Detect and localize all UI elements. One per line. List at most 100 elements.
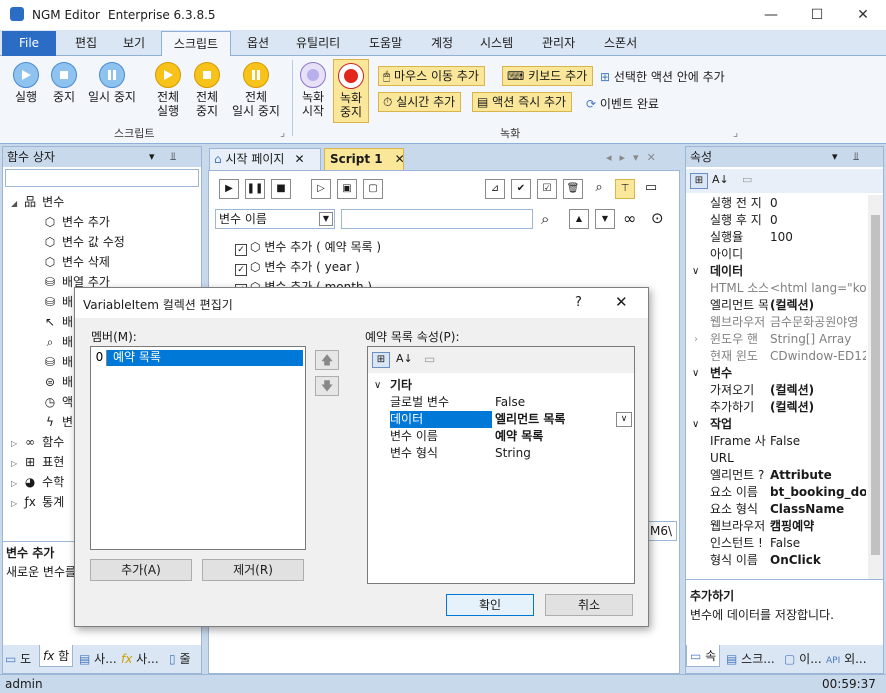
scroll-thumb[interactable] [871, 215, 880, 555]
menu-help[interactable]: 도움말 [369, 34, 402, 51]
tree-item[interactable]: ⌕ 배 [43, 333, 73, 350]
delete-icon[interactable]: 🗑 [563, 179, 583, 199]
tree-item[interactable]: ϟ변 [43, 413, 73, 430]
sort-az-icon[interactable]: A↓ [712, 173, 729, 186]
cancel-button[interactable]: 취소 [545, 594, 633, 616]
expand-icon[interactable]: ▷ [11, 439, 17, 448]
menu-sponsor[interactable]: 스폰서 [604, 34, 637, 51]
search-down-icon[interactable]: ▼ [595, 209, 615, 229]
menu-script[interactable]: 스크립트 [161, 31, 231, 57]
prop-row[interactable]: 변수 이름 예약 목록 [368, 428, 634, 445]
prop-category[interactable]: ∨ 작업 [686, 416, 866, 433]
check-all-icon[interactable]: ✔ [511, 179, 531, 199]
expand-icon[interactable]: ▷ [11, 479, 17, 488]
chevron-down-icon[interactable]: ∨ [374, 377, 381, 394]
prop-row[interactable]: 아이디 [686, 246, 866, 263]
tree-item[interactable]: ⛁ 배 [43, 293, 73, 310]
tree-view-icon[interactable]: ⊤ [615, 179, 635, 199]
close-tab-icon[interactable]: ✕ [395, 152, 405, 166]
search-up-icon[interactable]: ▲ [569, 209, 589, 229]
run-all-button[interactable]: 전체 실행 [150, 62, 186, 118]
prop-row[interactable]: 엘리먼트 ? Attribute [686, 467, 866, 484]
prop-row[interactable]: 글로벌 변수 False [368, 394, 634, 411]
prop-row[interactable]: 실행 후 지 0 [686, 212, 866, 229]
line-checkbox[interactable]: ✓ [235, 264, 247, 276]
event-complete-button[interactable]: ⟳ 이벤트 완료 [586, 95, 659, 112]
member-item[interactable]: 0 예약 목록 [93, 350, 303, 366]
close-window-button[interactable]: ✕ [840, 0, 886, 30]
tree-item[interactable]: ▷ ◕ 수학 [11, 473, 64, 490]
tab-props[interactable]: ▭ 속 [686, 645, 721, 667]
line-checkbox[interactable]: ✓ [235, 244, 247, 256]
editor-search-input[interactable] [341, 209, 533, 229]
record-start-button[interactable]: 녹화 시작 [296, 62, 330, 118]
step-icon[interactable]: ▷ [311, 179, 331, 199]
stop-button[interactable]: 중지 [48, 62, 80, 104]
chevron-down-icon[interactable]: ∨ [692, 263, 699, 280]
prop-row[interactable]: 현재 윈도 CDwindow-ED12 [686, 348, 866, 365]
step-into-icon[interactable]: ▣ [337, 179, 357, 199]
help-button[interactable]: ? [575, 295, 582, 310]
search-icon[interactable]: ⌕ [541, 210, 549, 228]
property-pages-icon[interactable]: ▭ [424, 352, 435, 366]
expand-icon[interactable]: ▷ [11, 459, 17, 468]
prop-row[interactable]: 웹브라우저 금수문화공원야영 [686, 314, 866, 331]
prop-row[interactable]: 변수 형식 String [368, 445, 634, 462]
script-line[interactable]: ✓ ⬡ 변수 추가 ( 예약 목록 ) [235, 237, 381, 257]
prop-row[interactable]: 윈도우 핸 String[] Array › [686, 331, 866, 348]
tree-item[interactable]: ▷ ƒx 통계 [11, 493, 64, 510]
tree-item[interactable]: ⊜ 배 [43, 373, 73, 390]
tree-item[interactable]: ◷ 액 [43, 393, 73, 410]
tree-item[interactable]: ↖ 배 [43, 313, 73, 330]
step-over-icon[interactable]: ▢ [363, 179, 383, 199]
tab-user-2[interactable]: fx 사... [121, 648, 159, 670]
pause-button[interactable]: 일시 중지 [84, 62, 140, 104]
expand-icon[interactable]: ▷ [11, 499, 17, 508]
prop-row[interactable]: 가져오기 (컬렉션) [686, 382, 866, 399]
script-line[interactable]: ✓ ⬡ 변수 추가 ( year ) [235, 257, 381, 277]
uncheck-icon[interactable]: ☑ [537, 179, 557, 199]
prop-category[interactable]: ∨ 데이터 [686, 263, 866, 280]
tab-script-list[interactable]: ▤ 스크... [726, 648, 775, 670]
prop-row[interactable]: URL [686, 450, 866, 467]
sort-az-icon[interactable]: A↓ [396, 352, 413, 365]
chart-icon[interactable]: ⊿ [485, 179, 505, 199]
record-stop-button[interactable]: 녹화 중지 [333, 59, 369, 123]
tab-start-page[interactable]: ⌂ 시작 페이지 ✕ [209, 148, 321, 170]
panel-header-icons[interactable]: ▾ ⫫ ✕ [149, 147, 201, 183]
chevron-down-icon[interactable]: ∨ [692, 365, 699, 382]
variable-combo[interactable]: 변수 이름 ▼ [215, 209, 335, 229]
prop-row[interactable]: 인스턴트 ! False [686, 535, 866, 552]
tree-item[interactable]: ▷ ∞ 함수 [11, 433, 64, 450]
chevron-down-icon[interactable]: ▼ [319, 212, 333, 226]
collapse-icon[interactable]: ◢ [11, 199, 17, 208]
prop-row[interactable]: 실행 전 지 0 [686, 195, 866, 212]
prop-row-selected[interactable]: 데이터 엘리먼트 목록 ∨ [368, 411, 634, 428]
tab-user-1[interactable]: ▤ 사... [79, 648, 117, 670]
prop-row[interactable]: 추가하기 (컬렉션) [686, 399, 866, 416]
pause-icon[interactable]: ❚❚ [245, 179, 265, 199]
prop-row[interactable]: 실행율 100 [686, 229, 866, 246]
menu-options[interactable]: 옵션 [247, 34, 269, 51]
add-keyboard-button[interactable]: ⌨ 키보드 추가 [502, 66, 594, 86]
add-action-now-button[interactable]: ▤ 액션 즉시 추가 [472, 92, 573, 112]
remove-member-button[interactable]: 제거(R) [202, 559, 304, 581]
menu-edit[interactable]: 편집 [75, 34, 97, 51]
menu-utility[interactable]: 유틸리티 [296, 34, 340, 51]
loop-icon[interactable]: ∞ [623, 209, 636, 228]
add-delay-button[interactable]: ⏱ 실시간 추가 [378, 92, 462, 112]
group-expand-icon[interactable]: ⌟ [280, 126, 285, 139]
categorized-icon[interactable]: ⊞ [372, 352, 390, 368]
dialog-close-button[interactable]: ✕ [615, 293, 628, 311]
ok-button[interactable]: 확인 [446, 594, 534, 616]
move-up-arrow-icon[interactable]: 🡅 [315, 350, 339, 370]
menu-file[interactable]: File [2, 31, 56, 56]
prop-row[interactable]: 웹브라우저 캠핑예약 [686, 518, 866, 535]
property-pages-icon[interactable]: ▭ [742, 173, 752, 186]
tab-external[interactable]: API 외... [826, 648, 867, 670]
prop-row[interactable]: 요소 이름 bt_booking_doi [686, 484, 866, 501]
run-icon[interactable]: ▶ [219, 179, 239, 199]
stop-all-button[interactable]: 전체 중지 [189, 62, 225, 118]
prop-category[interactable]: ∨ 기타 [368, 377, 634, 394]
tab-script-1[interactable]: Script 1 ✕ [324, 148, 405, 170]
